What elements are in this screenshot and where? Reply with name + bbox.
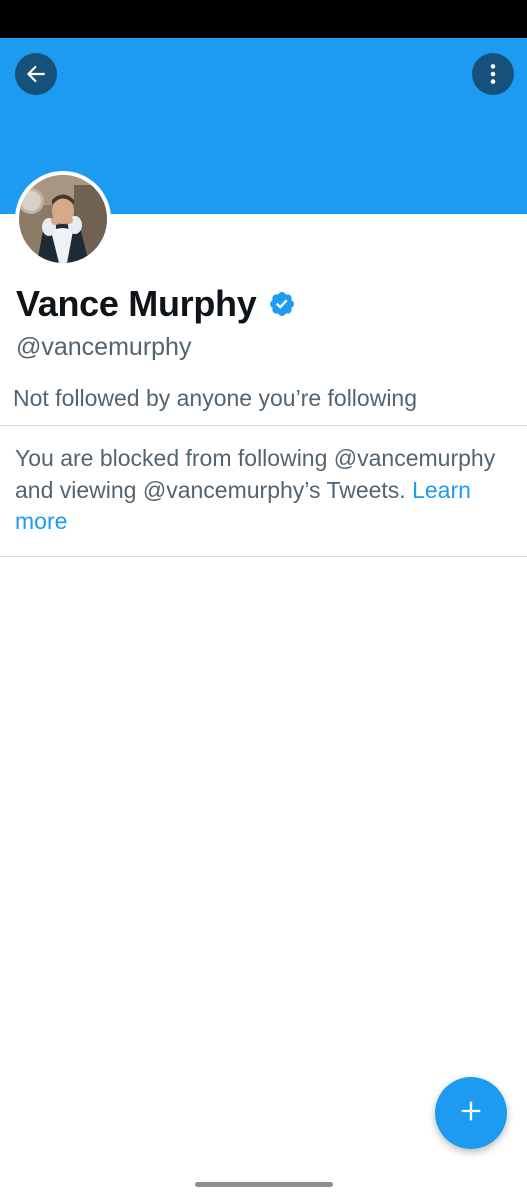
arrow-left-icon (23, 61, 49, 87)
compose-tweet-button[interactable] (435, 1077, 507, 1149)
home-indicator[interactable] (195, 1182, 333, 1187)
divider (0, 556, 527, 557)
status-bar (0, 0, 527, 38)
divider (0, 425, 527, 426)
more-vertical-icon (480, 61, 506, 87)
display-name-row: Vance Murphy (16, 280, 296, 328)
back-button[interactable] (15, 53, 57, 95)
profile-handle: @vancemurphy (16, 333, 192, 361)
verified-badge-icon[interactable] (268, 290, 296, 318)
avatar-image (19, 175, 107, 263)
blocked-notice: You are blocked from following @vancemur… (15, 443, 515, 538)
followers-you-know-note: Not followed by anyone you’re following (13, 385, 418, 411)
avatar[interactable] (15, 171, 111, 267)
display-name: Vance Murphy (16, 283, 257, 324)
more-options-button[interactable] (472, 53, 514, 95)
plus-icon (457, 1097, 485, 1130)
